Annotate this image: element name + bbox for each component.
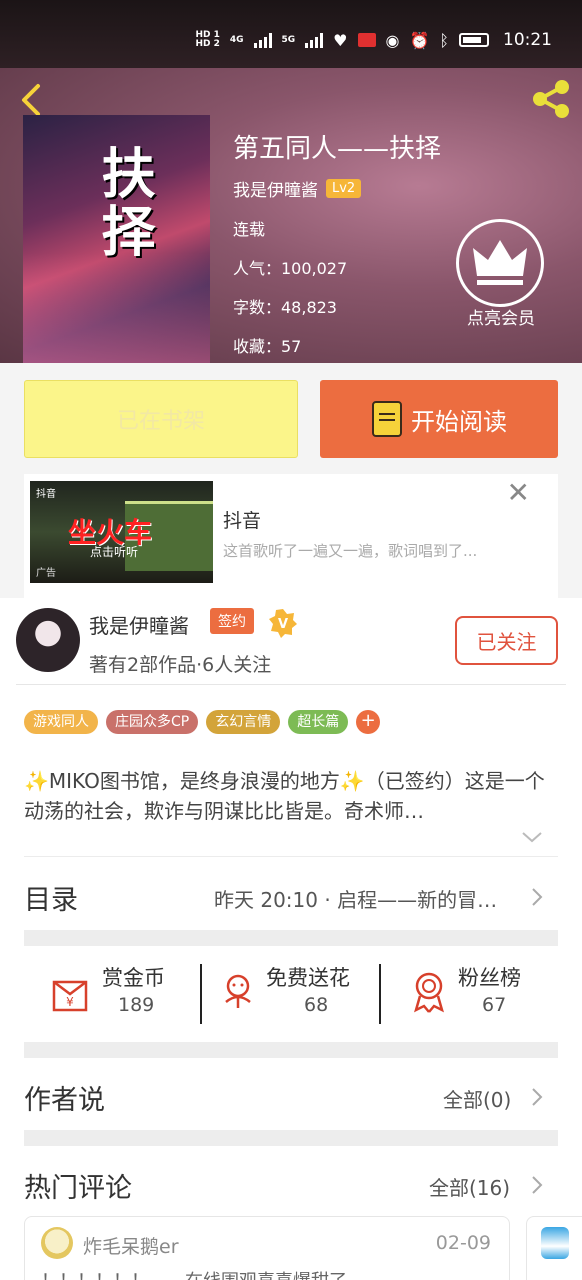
chevron-right-icon[interactable] xyxy=(530,886,544,908)
signal-icon xyxy=(253,32,272,48)
stat-divider xyxy=(379,964,381,1024)
comment-date: 02-09 xyxy=(435,1232,491,1254)
ad-title: 抖音 xyxy=(223,510,262,532)
ad-banner[interactable]: 抖音 坐火车 点击听听 广告 ✕ 抖音 这首歌听了一遍又一遍，歌词唱到了... xyxy=(24,474,558,598)
tag-chip[interactable]: 玄幻言情 xyxy=(206,710,281,734)
free-flowers-count: 68 xyxy=(304,994,329,1016)
hot-comments-all-link[interactable]: 全部(16) xyxy=(429,1172,510,1201)
divider xyxy=(24,856,558,857)
book-author-line: 我是伊瞳酱 Lv2 xyxy=(233,176,362,201)
app-notification-icon xyxy=(357,33,376,47)
svg-text:¥: ¥ xyxy=(66,995,74,1009)
book-favorites: 收藏：57 xyxy=(233,337,302,356)
status-bar: HD 1 HD 2 4G 5G ♥ ◉ ⏰ ᛒ 10:21 xyxy=(0,0,582,68)
vip-button[interactable] xyxy=(456,219,544,307)
status-icons: HD 1 HD 2 4G 5G ♥ ◉ ⏰ ᛒ 10:21 xyxy=(195,30,552,50)
signal-icon-2 xyxy=(305,32,324,48)
add-tag-button[interactable]: + xyxy=(356,710,381,734)
back-arrow-icon xyxy=(22,84,40,116)
tag-chip[interactable]: 游戏同人 xyxy=(24,710,98,734)
comment-card[interactable]: 炸毛呆鹅er 02-09 ！！！！！！……在线围观喜喜爆甜了…… xyxy=(24,1216,510,1280)
network-4g-label: 4G xyxy=(229,34,244,45)
bluetooth-icon: ᛒ xyxy=(439,30,449,50)
author-says-label: 作者说 xyxy=(24,1085,105,1116)
chevron-right-icon[interactable] xyxy=(530,1174,544,1196)
ad-image[interactable]: 抖音 坐火车 点击听听 广告 xyxy=(30,481,213,583)
signed-badge: 签约 xyxy=(210,608,254,634)
reward-coins-label: 赏金币 xyxy=(102,966,165,990)
verified-icon: V xyxy=(269,609,297,638)
share-button[interactable] xyxy=(528,76,574,122)
alarm-icon: ⏰ xyxy=(409,30,430,50)
hot-comments-label: 热门评论 xyxy=(24,1173,132,1204)
free-flowers-label: 免费送花 xyxy=(266,966,350,990)
author-says-all-link[interactable]: 全部(0) xyxy=(443,1084,511,1113)
network-5g-label: 5G xyxy=(281,34,296,45)
free-flowers-button[interactable]: 免费送花 68 xyxy=(220,962,370,1026)
fan-ranking-count: 67 xyxy=(482,994,507,1016)
comment-card[interactable] xyxy=(526,1216,582,1280)
svg-text:V: V xyxy=(278,617,288,632)
avatar[interactable] xyxy=(16,608,80,672)
fan-ranking-label: 粉丝榜 xyxy=(458,966,521,990)
toc-latest-chapter[interactable]: 昨天 20:10 · 启程——新的冒… xyxy=(214,884,522,913)
level-badge: Lv2 xyxy=(326,179,362,198)
red-envelope-icon: ¥ xyxy=(52,980,88,1012)
start-reading-label: 开始阅读 xyxy=(411,407,507,436)
chevron-down-icon[interactable] xyxy=(520,830,544,844)
toc-label[interactable]: 目录 xyxy=(24,878,78,917)
comment-body: ！！！！！！……在线围观喜喜爆甜了…… xyxy=(41,1267,501,1280)
author-name[interactable]: 我是伊瞳酱 xyxy=(89,610,189,639)
book-title: 第五同人——扶择 xyxy=(233,134,442,164)
cover-glow xyxy=(23,253,210,363)
reward-coins-button[interactable]: ¥ 赏金币 189 xyxy=(50,962,190,1026)
clock: 10:21 xyxy=(503,30,552,50)
tag-list: 游戏同人 庄园众多CP 玄幻言情 超长篇 + xyxy=(24,710,381,734)
author-meta: 著有2部作品·6人关注 xyxy=(89,654,272,676)
avatar[interactable] xyxy=(41,1227,73,1259)
tag-chip[interactable]: 庄园众多CP xyxy=(106,710,199,734)
section-spacer xyxy=(24,1130,558,1146)
crown-icon xyxy=(473,240,527,285)
hd-indicators: HD 1 HD 2 xyxy=(195,31,219,49)
close-icon[interactable]: ✕ xyxy=(507,476,530,509)
book-popularity: 人气：100,027 xyxy=(233,259,348,278)
ad-brand-logo: 抖音 xyxy=(36,489,56,500)
vip-label: 点亮会员 xyxy=(467,309,535,329)
on-shelf-button[interactable]: 已在书架 xyxy=(24,380,298,458)
follow-button[interactable]: 已关注 xyxy=(455,616,558,665)
flower-icon xyxy=(225,974,251,1008)
book-detail-main: 我是伊瞳酱 签约 V 著有2部作品·6人关注 已关注 游戏同人 庄园众多CP 玄… xyxy=(0,598,582,1280)
tag-chip[interactable]: 超长篇 xyxy=(288,710,349,734)
book-icon xyxy=(372,401,402,437)
battery-icon xyxy=(459,33,489,47)
start-reading-button[interactable]: 开始阅读 xyxy=(320,380,558,458)
book-intro[interactable]: ✨MIKO图书馆，是终身浪漫的地方✨（已签约）这是一个动荡的社会，欺诈与阴谋比比… xyxy=(24,766,554,826)
section-spacer xyxy=(24,930,558,946)
fan-ranking-button[interactable]: 粉丝榜 67 xyxy=(410,962,550,1026)
eye-icon: ◉ xyxy=(385,30,400,50)
back-button[interactable] xyxy=(14,80,50,120)
commenter-name[interactable]: 炸毛呆鹅er xyxy=(83,1232,179,1259)
book-author[interactable]: 我是伊瞳酱 xyxy=(233,176,318,201)
divider xyxy=(16,684,566,685)
ad-tag: 广告 xyxy=(36,568,56,579)
book-word-count: 字数：48,823 xyxy=(233,298,337,317)
share-icon xyxy=(533,80,569,118)
book-header: 扶择 第五同人——扶择 我是伊瞳酱 Lv2 连载 人气：100,027 字数：4… xyxy=(0,68,582,363)
heart-icon: ♥ xyxy=(333,30,348,50)
cover-title: 扶择 xyxy=(92,145,156,261)
avatar[interactable] xyxy=(541,1227,569,1259)
ad-description: 这首歌听了一遍又一遍，歌词唱到了... xyxy=(223,542,478,560)
section-spacer xyxy=(24,1042,558,1058)
ad-image-subtext: 点击听听 xyxy=(90,545,139,559)
stat-divider xyxy=(200,964,202,1024)
book-status: 连载 xyxy=(233,220,266,239)
chevron-right-icon[interactable] xyxy=(530,1086,544,1108)
book-cover[interactable]: 扶择 xyxy=(23,115,210,363)
reward-coins-count: 189 xyxy=(118,994,155,1016)
medal-icon xyxy=(414,972,444,1013)
hd2-label: HD 2 xyxy=(195,39,220,49)
